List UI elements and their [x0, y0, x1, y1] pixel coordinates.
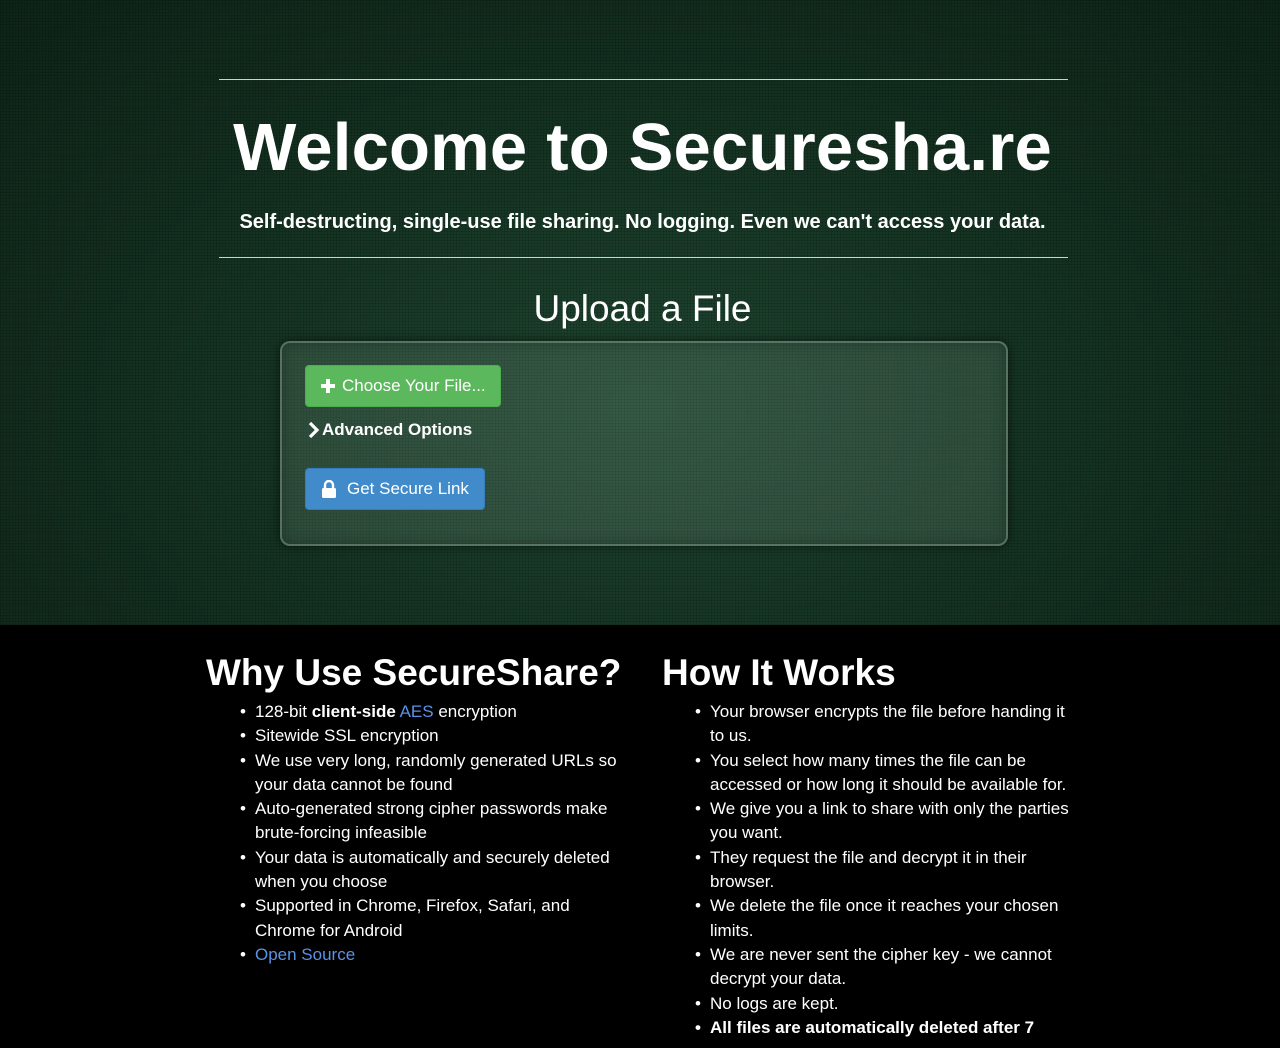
page-subtitle: Self-destructing, single-use file sharin…: [239, 211, 1046, 233]
list-item: We are never sent the cipher key - we ca…: [695, 943, 1070, 992]
list-item: You select how many times the file can b…: [695, 749, 1070, 798]
list-item: Your data is automatically and securely …: [240, 846, 620, 895]
upload-title: Upload a File: [533, 288, 752, 329]
plus-icon: [320, 378, 336, 394]
list-item: Supported in Chrome, Firefox, Safari, an…: [240, 894, 620, 943]
choose-file-label: Choose Your File...: [342, 376, 486, 395]
page-title: Welcome to Securesha.re: [233, 110, 1052, 185]
top-divider: [219, 79, 1068, 80]
chevron-right-icon: [308, 422, 320, 438]
choose-file-button[interactable]: Choose Your File...: [305, 365, 501, 407]
list-item: We delete the file once it reaches your …: [695, 894, 1070, 943]
lock-icon: [321, 480, 337, 498]
why-heading: Why Use SecureShare?: [206, 652, 622, 693]
advanced-options-label: Advanced Options: [322, 420, 473, 439]
aes-link[interactable]: AES: [400, 702, 434, 721]
bottom-divider: [219, 257, 1068, 258]
list-item: 128-bit client-side AES encryption: [240, 700, 620, 725]
advanced-options-toggle[interactable]: Advanced Options: [308, 420, 472, 440]
hero-section: Welcome to Securesha.re Self-destructing…: [0, 0, 1280, 625]
list-item: Auto-generated strong cipher passwords m…: [240, 797, 620, 846]
list-item: Sitewide SSL encryption: [240, 724, 620, 749]
why-list: 128-bit client-side AES encryption Sitew…: [240, 700, 620, 968]
how-list: Your browser encrypts the file before ha…: [695, 700, 1070, 1040]
list-item: Open Source: [240, 943, 620, 968]
list-item: No logs are kept.: [695, 992, 1070, 1017]
list-item: We give you a link to share with only th…: [695, 797, 1070, 846]
get-secure-link-label: Get Secure Link: [347, 479, 469, 498]
list-item: They request the file and decrypt it in …: [695, 846, 1070, 895]
info-section: Why Use SecureShare? 128-bit client-side…: [0, 625, 1280, 1048]
how-heading: How It Works: [662, 652, 896, 693]
list-item: We use very long, randomly generated URL…: [240, 749, 620, 798]
list-item: Your browser encrypts the file before ha…: [695, 700, 1070, 749]
open-source-link[interactable]: Open Source: [255, 945, 355, 964]
get-secure-link-button[interactable]: Get Secure Link: [305, 468, 485, 510]
upload-panel: Choose Your File... Advanced Options Get…: [280, 341, 1008, 546]
list-item: All files are automatically deleted afte…: [695, 1016, 1070, 1041]
